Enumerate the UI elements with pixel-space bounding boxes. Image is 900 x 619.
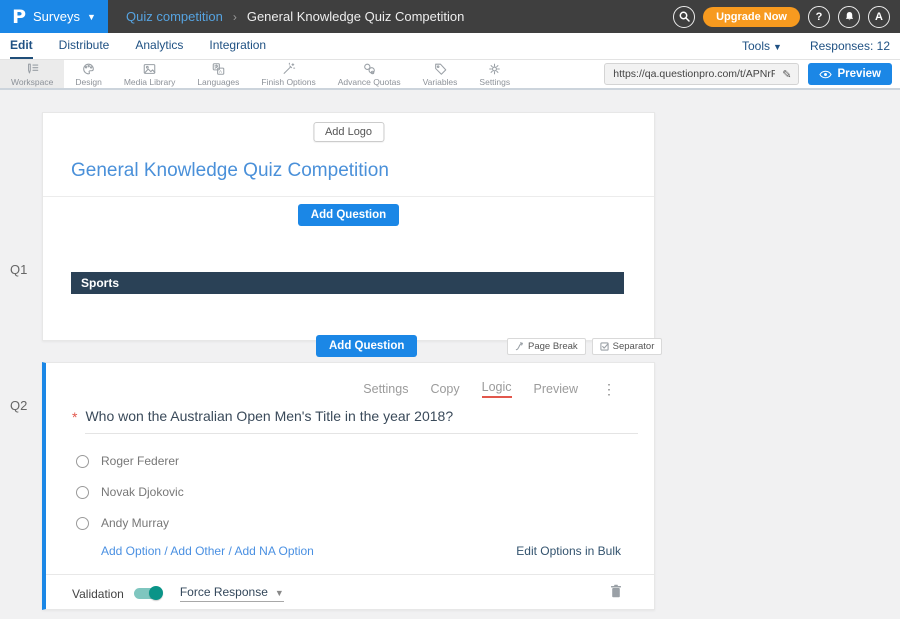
tool-settings[interactable]: Settings <box>468 60 521 88</box>
tab-edit[interactable]: Edit <box>10 33 33 59</box>
validation-toggle[interactable] <box>134 588 161 599</box>
survey-header-card: Add Logo General Knowledge Quiz Competit… <box>42 112 655 341</box>
notifications-button[interactable] <box>838 6 860 28</box>
questionpro-logo: P <box>12 6 26 28</box>
chevron-down-icon: ▼ <box>275 588 284 598</box>
question-number-q2: Q2 <box>10 398 27 413</box>
required-asterisk: * <box>72 409 77 425</box>
radio-button-icon[interactable] <box>76 455 89 468</box>
question-action-menu: Settings Copy Logic Preview ⋮ <box>46 363 654 398</box>
tab-analytics[interactable]: Analytics <box>135 33 183 59</box>
tool-media-library[interactable]: Media Library <box>113 60 187 88</box>
add-option-link[interactable]: Add Option <box>101 544 161 558</box>
add-logo-button[interactable]: Add Logo <box>313 122 384 142</box>
avatar[interactable]: A <box>868 6 890 28</box>
breadcrumb-separator: › <box>233 10 237 24</box>
help-button[interactable]: ? <box>808 6 830 28</box>
option-row[interactable]: Novak Djokovic <box>76 485 654 499</box>
page-break-button[interactable]: Page Break <box>507 338 586 355</box>
workspace-icon <box>25 62 40 76</box>
tool-languages[interactable]: A Languages <box>186 60 250 88</box>
tools-dropdown[interactable]: Tools▼ <box>742 39 782 53</box>
question-logic-link[interactable]: Logic <box>482 380 512 398</box>
breadcrumb: Quiz competition › General Knowledge Qui… <box>126 9 464 24</box>
search-icon <box>679 11 690 22</box>
toggle-knob <box>149 586 163 600</box>
surveys-menu[interactable]: P Surveys ▼ <box>0 0 108 33</box>
tool-variables[interactable]: Variables <box>412 60 469 88</box>
add-na-option-link[interactable]: Add NA Option <box>234 544 313 558</box>
edit-url-pencil-icon[interactable]: ✎ <box>782 68 791 81</box>
option-row[interactable]: Andy Murray <box>76 516 654 530</box>
survey-url-field[interactable]: https://qa.questionpro.com/t/APNrFZe5 ✎ <box>604 63 798 85</box>
tool-advance-quotas[interactable]: Advance Quotas <box>327 60 412 88</box>
palette-icon <box>81 62 96 76</box>
tag-icon <box>433 62 448 76</box>
tab-integration[interactable]: Integration <box>209 33 266 59</box>
wand-icon <box>281 62 296 76</box>
question-card-q2: Settings Copy Logic Preview ⋮ * Who won … <box>42 362 655 610</box>
surveys-menu-label: Surveys <box>33 9 80 24</box>
validation-type-dropdown[interactable]: Force Response▼ <box>180 585 284 602</box>
tool-finish-options[interactable]: Finish Options <box>250 60 326 88</box>
svg-text:A: A <box>219 69 222 74</box>
search-button[interactable] <box>673 6 695 28</box>
top-bar: P Surveys ▼ Quiz competition › General K… <box>0 0 900 33</box>
question-number-q1: Q1 <box>10 262 27 277</box>
breadcrumb-parent[interactable]: Quiz competition <box>126 9 223 24</box>
question-copy-link[interactable]: Copy <box>430 382 459 396</box>
page-break-icon <box>515 342 524 351</box>
validation-label: Validation <box>72 587 124 601</box>
chevron-down-icon: ▼ <box>773 42 782 52</box>
preview-button-label: Preview <box>838 68 881 80</box>
tab-distribute[interactable]: Distribute <box>59 33 110 59</box>
gear-icon <box>487 62 502 76</box>
tool-design[interactable]: Design <box>64 60 112 88</box>
nav-bar: Edit Distribute Analytics Integration To… <box>0 33 900 60</box>
bell-icon <box>844 11 855 22</box>
delete-question-button[interactable] <box>610 584 622 603</box>
image-icon <box>142 62 157 76</box>
tool-workspace[interactable]: Workspace <box>0 60 64 88</box>
survey-title[interactable]: General Knowledge Quiz Competition <box>71 159 654 183</box>
edit-options-in-bulk-link[interactable]: Edit Options in Bulk <box>516 544 621 558</box>
question-preview-link[interactable]: Preview <box>534 382 578 396</box>
add-question-button-middle[interactable]: Add Question <box>316 335 417 357</box>
breadcrumb-current: General Knowledge Quiz Competition <box>247 9 465 24</box>
survey-url-text: https://qa.questionpro.com/t/APNrFZe5 <box>613 68 775 80</box>
add-question-button-top[interactable]: Add Question <box>298 204 399 226</box>
add-option-links: Add Option / Add Other / Add NA Option <box>101 544 314 558</box>
separator-button[interactable]: Separator <box>592 338 663 355</box>
chain-links-icon <box>362 62 377 76</box>
chevron-down-icon: ▼ <box>87 12 96 22</box>
question-settings-link[interactable]: Settings <box>363 382 408 396</box>
question-text-input[interactable]: Who won the Australian Open Men's Title … <box>85 408 638 434</box>
radio-button-icon[interactable] <box>76 486 89 499</box>
add-other-link[interactable]: Add Other <box>170 544 225 558</box>
divider <box>43 196 654 197</box>
upgrade-now-button[interactable]: Upgrade Now <box>703 7 800 27</box>
eye-icon <box>819 70 832 79</box>
separator-checkbox-icon <box>600 342 609 351</box>
responses-count[interactable]: Responses: 12 <box>810 39 890 53</box>
option-row[interactable]: Roger Federer <box>76 454 654 468</box>
survey-editor-canvas: Q1 Q2 Add Logo General Knowledge Quiz Co… <box>0 90 900 619</box>
kebab-menu-icon[interactable]: ⋮ <box>602 384 616 394</box>
trash-icon <box>610 584 622 598</box>
preview-button[interactable]: Preview <box>808 63 892 85</box>
answer-options-list: Roger Federer Novak Djokovic Andy Murray <box>76 454 654 530</box>
radio-button-icon[interactable] <box>76 517 89 530</box>
translate-icon: A <box>211 62 226 76</box>
q1-section-header[interactable]: Sports <box>71 272 624 294</box>
edit-toolbar: Workspace Design Media Library A Languag… <box>0 60 900 90</box>
